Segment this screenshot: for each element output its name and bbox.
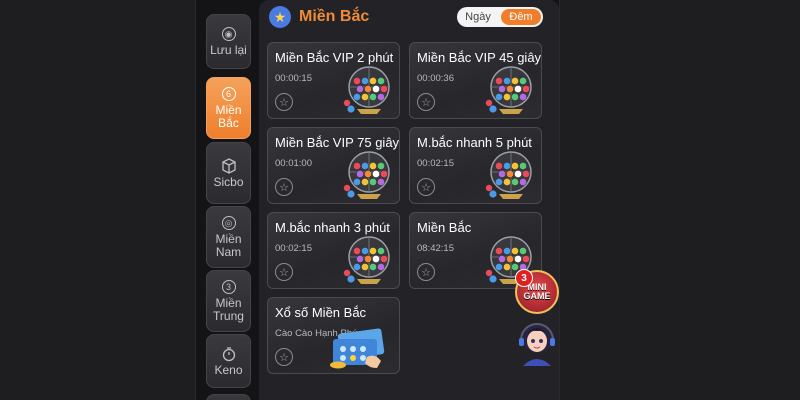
sidebar-item-sicbo[interactable]: Sicbo: [206, 142, 251, 204]
sidebar-item-label: Lưu lại: [210, 43, 247, 57]
number-6-icon: 6: [221, 86, 237, 102]
number-3-icon: 3: [221, 279, 237, 295]
sidebar-item-more[interactable]: [206, 394, 251, 400]
sidebar-item-label: Miền Bắc: [215, 103, 242, 130]
game-card-mien-bac-vip-45-giay[interactable]: Miền Bắc VIP 45 giây 00:00:36 ☆: [409, 42, 542, 119]
lottery-cage-icon: [343, 151, 390, 199]
game-card-mien-bac-vip-75-giay[interactable]: Miền Bắc VIP 75 giây 00:01:00 ☆: [267, 127, 400, 204]
countdown-timer: 00:00:36: [417, 73, 454, 84]
game-title: Xổ số Miền Bắc: [275, 305, 367, 320]
countdown-timer: 00:00:15: [275, 73, 312, 84]
star-icon: ★: [269, 6, 291, 28]
sidebar-item-label: Sicbo: [213, 174, 244, 189]
save-ring-icon: ◉: [221, 26, 237, 42]
sidebar-item-label: Miền Trung: [213, 296, 244, 323]
notification-badge: 3: [515, 269, 533, 287]
countdown-timer: 00:01:00: [275, 158, 312, 169]
favorite-star-icon[interactable]: ☆: [275, 263, 293, 281]
favorite-star-icon[interactable]: ☆: [417, 178, 435, 196]
app-frame: ◉ Lưu lại 6 Miền Bắc Sicbo ◎ Miền Nam 3 …: [195, 0, 560, 400]
lottery-cage-icon: [343, 236, 390, 284]
dice-icon: [221, 157, 237, 174]
scratch-tickets-icon: [330, 328, 385, 369]
lottery-cage-icon: [485, 66, 532, 114]
sidebar-item-keno[interactable]: Keno: [206, 334, 251, 388]
game-title: Miền Bắc: [417, 220, 472, 235]
stopwatch-icon: [221, 346, 237, 362]
region-header: ★ Miền Bắc Ngày Đêm: [259, 0, 547, 34]
game-card-mbac-nhanh-3-phut[interactable]: M.bắc nhanh 3 phút 00:02:15 ☆: [267, 212, 400, 289]
countdown-timer: 00:02:15: [417, 158, 454, 169]
game-card-mbac-nhanh-5-phut[interactable]: M.bắc nhanh 5 phút 00:02:15 ☆: [409, 127, 542, 204]
lottery-cage-icon: [485, 151, 532, 199]
favorite-star-icon[interactable]: ☆: [275, 93, 293, 111]
sidebar-item-label: Miền Nam: [215, 232, 242, 259]
favorite-star-icon[interactable]: ☆: [417, 263, 435, 281]
favorite-star-icon[interactable]: ☆: [275, 348, 293, 366]
toggle-day-option[interactable]: Ngày: [457, 7, 499, 27]
game-card-mien-bac-vip-2-phut[interactable]: Miền Bắc VIP 2 phút 00:00:15 ☆: [267, 42, 400, 119]
day-night-toggle[interactable]: Ngày Đêm: [457, 7, 543, 27]
sidebar-item-label: Keno: [214, 362, 243, 377]
toggle-night-option[interactable]: Đêm: [501, 9, 541, 25]
page-title: Miền Bắc: [299, 8, 370, 25]
favorite-star-icon[interactable]: ☆: [417, 93, 435, 111]
favorite-star-icon[interactable]: ☆: [275, 178, 293, 196]
lottery-cage-icon: [343, 66, 390, 114]
ring-icon: ◎: [221, 215, 237, 231]
sidebar-item-saved[interactable]: ◉ Lưu lại: [206, 14, 251, 69]
support-agent-avatar-icon[interactable]: [515, 318, 559, 366]
game-card-xo-so-mien-bac[interactable]: Xổ số Miền Bắc Cào Cào Hạnh Phúc ☆: [267, 297, 400, 374]
game-list-panel: ★ Miền Bắc Ngày Đêm Miền Bắc VIP 2 phút …: [259, 0, 559, 400]
sidebar-item-mien-trung[interactable]: 3 Miền Trung: [206, 270, 251, 332]
countdown-timer: 08:42:15: [417, 243, 454, 254]
countdown-timer: 00:02:15: [275, 243, 312, 254]
sidebar-item-mien-nam[interactable]: ◎ Miền Nam: [206, 206, 251, 268]
sidebar-item-mien-bac[interactable]: 6 Miền Bắc: [206, 77, 251, 139]
